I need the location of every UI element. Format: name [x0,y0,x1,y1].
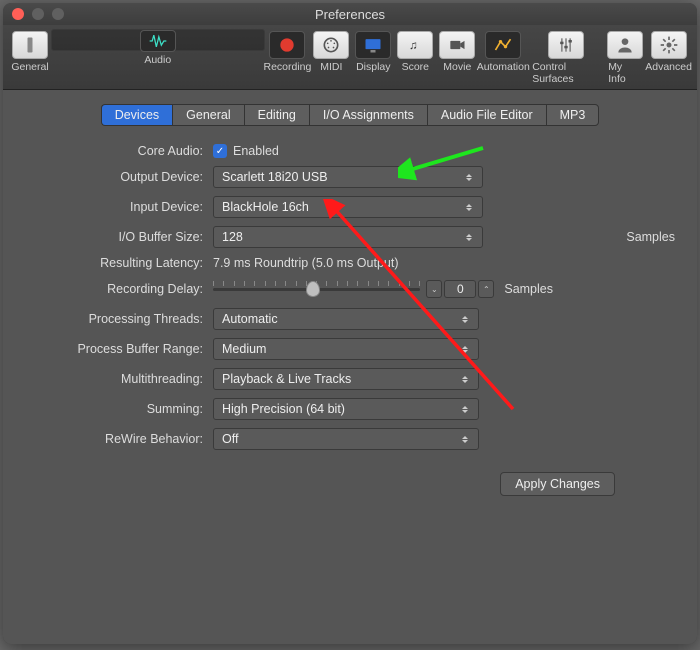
recording-delay-label: Recording Delay: [25,282,205,296]
io-buffer-label: I/O Buffer Size: [25,230,205,244]
input-device-label: Input Device: [25,200,205,214]
recording-delay-slider[interactable] [213,278,420,300]
output-device-select[interactable]: Scarlett 18i20 USB [213,166,483,188]
tab-editing[interactable]: Editing [244,104,309,126]
toolbar-automation[interactable]: Automation [478,29,528,87]
output-device-label: Output Device: [25,170,205,184]
tab-bar: Devices General Editing I/O Assignments … [25,104,675,126]
toolbar-audio[interactable]: Audio [51,29,265,51]
general-icon [12,31,48,59]
process-buffer-range-select[interactable]: Medium [213,338,479,360]
toolbar-general[interactable]: General [9,29,51,87]
toolbar-midi[interactable]: MIDI [310,29,352,87]
preferences-window: Preferences General Audio Recording MIDI… [3,3,697,644]
svg-text:♫: ♫ [409,39,418,52]
recording-icon [269,31,305,59]
tab-mp3[interactable]: MP3 [546,104,600,126]
advanced-icon [651,31,687,59]
window-title: Preferences [3,7,697,22]
apply-changes-button[interactable]: Apply Changes [500,472,615,496]
control-surfaces-icon [548,31,584,59]
chevron-updown-icon [462,197,476,217]
tab-devices[interactable]: Devices [101,104,172,126]
chevron-updown-icon [458,429,472,449]
toolbar-my-info[interactable]: My Info [604,29,646,87]
input-device-select[interactable]: BlackHole 16ch [213,196,483,218]
recording-delay-stepper: ⌄ 0 ⌃ [426,280,494,298]
toolbar-control-surfaces[interactable]: Control Surfaces [528,29,604,87]
multithreading-label: Multithreading: [25,372,205,386]
toolbar-score[interactable]: ♫ Score [394,29,436,87]
display-icon [355,31,391,59]
latency-label: Resulting Latency: [25,256,205,270]
automation-icon [485,31,521,59]
toolbar: General Audio Recording MIDI Display ♫ S… [3,25,697,90]
io-buffer-suffix: Samples [622,230,675,244]
chevron-updown-icon [458,309,472,329]
tab-io-assignments[interactable]: I/O Assignments [309,104,427,126]
score-icon: ♫ [397,31,433,59]
toolbar-display[interactable]: Display [352,29,394,87]
midi-icon [313,31,349,59]
tab-general[interactable]: General [172,104,243,126]
apply-row: Apply Changes [25,472,675,496]
tab-audio-file-editor[interactable]: Audio File Editor [427,104,546,126]
multithreading-select[interactable]: Playback & Live Tracks [213,368,479,390]
recording-delay-value[interactable]: 0 [444,280,476,298]
core-audio-label: Core Audio: [25,144,205,158]
devices-form: Core Audio: ✓ Enabled Output Device: Sca… [25,144,675,450]
chevron-updown-icon [458,399,472,419]
processing-threads-label: Processing Threads: [25,312,205,326]
io-buffer-select[interactable]: 128 [213,226,483,248]
chevron-updown-icon [458,339,472,359]
chevron-updown-icon [458,369,472,389]
summing-select[interactable]: High Precision (64 bit) [213,398,479,420]
my-info-icon [607,31,643,59]
latency-value: 7.9 ms Roundtrip (5.0 ms Output) [213,256,675,270]
chevron-updown-icon [462,227,476,247]
summing-label: Summing: [25,402,205,416]
rewire-label: ReWire Behavior: [25,432,205,446]
core-audio-text: Enabled [233,144,279,158]
movie-icon [439,31,475,59]
processing-threads-select[interactable]: Automatic [213,308,479,330]
recording-delay-suffix: Samples [500,282,553,296]
stepper-down[interactable]: ⌄ [426,280,442,298]
process-buffer-range-label: Process Buffer Range: [25,342,205,356]
toolbar-movie[interactable]: Movie [436,29,478,87]
core-audio-checkbox[interactable]: ✓ [213,144,227,158]
toolbar-recording[interactable]: Recording [265,29,311,87]
titlebar: Preferences [3,3,697,25]
slider-thumb[interactable] [306,281,320,297]
rewire-select[interactable]: Off [213,428,479,450]
content-area: Devices General Editing I/O Assignments … [3,90,697,644]
stepper-up[interactable]: ⌃ [478,280,494,298]
toolbar-advanced[interactable]: Advanced [646,29,691,87]
audio-icon [140,30,176,52]
chevron-updown-icon [462,167,476,187]
